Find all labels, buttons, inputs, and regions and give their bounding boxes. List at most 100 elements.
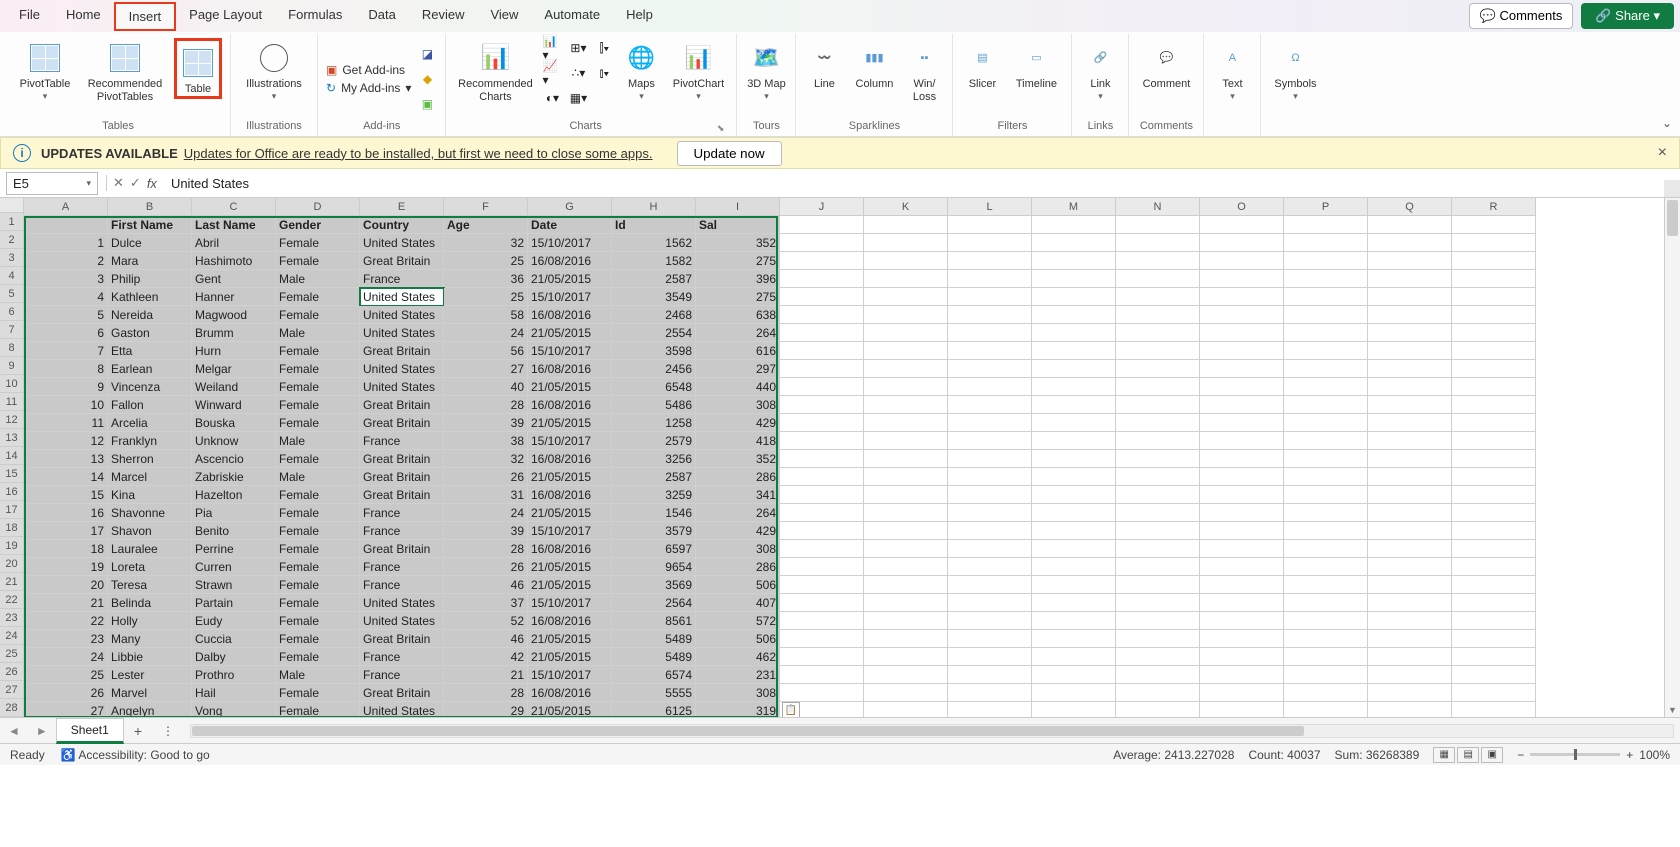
fx-icon[interactable]: fx xyxy=(147,176,157,191)
cell[interactable] xyxy=(1032,630,1116,648)
cell[interactable] xyxy=(1452,252,1536,270)
cell[interactable]: 3579 xyxy=(612,522,696,540)
cell[interactable] xyxy=(1452,702,1536,717)
select-all-corner[interactable] xyxy=(0,198,24,213)
cell[interactable]: Female xyxy=(276,414,360,432)
cell[interactable] xyxy=(948,270,1032,288)
cell[interactable]: Great Britain xyxy=(360,450,444,468)
cell[interactable]: Partain xyxy=(192,594,276,612)
cell[interactable]: Kathleen xyxy=(108,288,192,306)
cell[interactable]: Hurn xyxy=(192,342,276,360)
cell[interactable] xyxy=(1452,378,1536,396)
cell[interactable] xyxy=(864,234,948,252)
cell[interactable] xyxy=(1200,270,1284,288)
cell[interactable]: 16/08/2016 xyxy=(528,540,612,558)
cell[interactable] xyxy=(1116,594,1200,612)
scroll-down-button[interactable]: ▼ xyxy=(1665,703,1680,717)
cell[interactable]: Female xyxy=(276,630,360,648)
cell[interactable]: 12 xyxy=(24,432,108,450)
my-addins-button[interactable]: ↻ My Add-ins ▾ xyxy=(326,81,411,95)
cell[interactable]: Gender xyxy=(276,216,360,234)
table-button[interactable]: Table xyxy=(174,38,222,99)
cell[interactable]: Zabriskie xyxy=(192,468,276,486)
view-normal-button[interactable]: ▦ xyxy=(1433,747,1455,763)
cell[interactable]: 572 xyxy=(696,612,780,630)
col-header-R[interactable]: R xyxy=(1452,198,1536,216)
cell[interactable] xyxy=(1200,414,1284,432)
cell[interactable]: 21/05/2015 xyxy=(528,504,612,522)
cell[interactable]: 28 xyxy=(444,684,528,702)
cell[interactable] xyxy=(1284,666,1368,684)
recommended-charts-button[interactable]: 📊 Recommended Charts xyxy=(454,38,536,103)
banner-close-button[interactable]: × xyxy=(1658,144,1667,162)
cell[interactable] xyxy=(1032,594,1116,612)
cell[interactable] xyxy=(1032,414,1116,432)
cell[interactable] xyxy=(780,522,864,540)
ribbon-collapse-button[interactable]: ⌄ xyxy=(1662,116,1672,130)
cell[interactable] xyxy=(864,630,948,648)
col-header-N[interactable]: N xyxy=(1116,198,1200,216)
cell[interactable] xyxy=(1116,432,1200,450)
cell[interactable]: Gaston xyxy=(108,324,192,342)
row-header-15[interactable]: 15 xyxy=(0,465,24,483)
cell[interactable] xyxy=(1200,288,1284,306)
cell[interactable] xyxy=(1032,432,1116,450)
cell[interactable] xyxy=(780,648,864,666)
cell[interactable] xyxy=(1116,630,1200,648)
cell[interactable]: France xyxy=(360,522,444,540)
enter-formula-button[interactable]: ✓ xyxy=(130,175,141,191)
cell[interactable]: 231 xyxy=(696,666,780,684)
cell[interactable] xyxy=(1032,522,1116,540)
row-header-10[interactable]: 10 xyxy=(0,375,24,393)
cell[interactable]: 308 xyxy=(696,540,780,558)
cell[interactable] xyxy=(948,396,1032,414)
cell[interactable] xyxy=(1452,648,1536,666)
cell[interactable] xyxy=(1116,558,1200,576)
cell[interactable]: Marcel xyxy=(108,468,192,486)
cell[interactable]: Vincenza xyxy=(108,378,192,396)
cell[interactable] xyxy=(1368,558,1452,576)
cell[interactable]: 264 xyxy=(696,504,780,522)
cell[interactable]: Shavon xyxy=(108,522,192,540)
cell[interactable]: Magwood xyxy=(192,306,276,324)
comments-button[interactable]: 💬 Comments xyxy=(1469,3,1574,29)
cell[interactable]: 2587 xyxy=(612,270,696,288)
cell[interactable]: Female xyxy=(276,378,360,396)
cell[interactable] xyxy=(1284,630,1368,648)
cell[interactable]: United States xyxy=(360,234,444,252)
cell[interactable] xyxy=(780,378,864,396)
cell[interactable]: 31 xyxy=(444,486,528,504)
cell[interactable]: 616 xyxy=(696,342,780,360)
cell[interactable] xyxy=(1368,684,1452,702)
cell[interactable] xyxy=(1200,558,1284,576)
row-header-9[interactable]: 9 xyxy=(0,357,24,375)
cell[interactable]: 6548 xyxy=(612,378,696,396)
cell[interactable]: Mara xyxy=(108,252,192,270)
cell[interactable] xyxy=(864,612,948,630)
cell[interactable] xyxy=(1452,414,1536,432)
cell[interactable]: 9654 xyxy=(612,558,696,576)
row-header-5[interactable]: 5 xyxy=(0,285,24,303)
cell[interactable]: 3598 xyxy=(612,342,696,360)
cell[interactable]: Female xyxy=(276,396,360,414)
cell[interactable]: 429 xyxy=(696,414,780,432)
cell[interactable]: 264 xyxy=(696,324,780,342)
cell[interactable] xyxy=(1032,486,1116,504)
cell[interactable]: 8 xyxy=(24,360,108,378)
cell[interactable] xyxy=(1200,360,1284,378)
cell[interactable]: United States xyxy=(360,702,444,717)
cell[interactable]: Curren xyxy=(192,558,276,576)
cell[interactable]: Female xyxy=(276,612,360,630)
cell[interactable]: 3259 xyxy=(612,486,696,504)
cell[interactable] xyxy=(948,216,1032,234)
people-addin-icon[interactable]: ▣ xyxy=(417,94,437,114)
cell[interactable] xyxy=(864,522,948,540)
cell[interactable]: 297 xyxy=(696,360,780,378)
cell[interactable]: 39 xyxy=(444,414,528,432)
row-header-13[interactable]: 13 xyxy=(0,429,24,447)
cell[interactable] xyxy=(1116,234,1200,252)
illustrations-button[interactable]: Illustrations▾ xyxy=(239,38,309,101)
cell[interactable] xyxy=(1284,450,1368,468)
cell[interactable]: 429 xyxy=(696,522,780,540)
row-header-11[interactable]: 11 xyxy=(0,393,24,411)
